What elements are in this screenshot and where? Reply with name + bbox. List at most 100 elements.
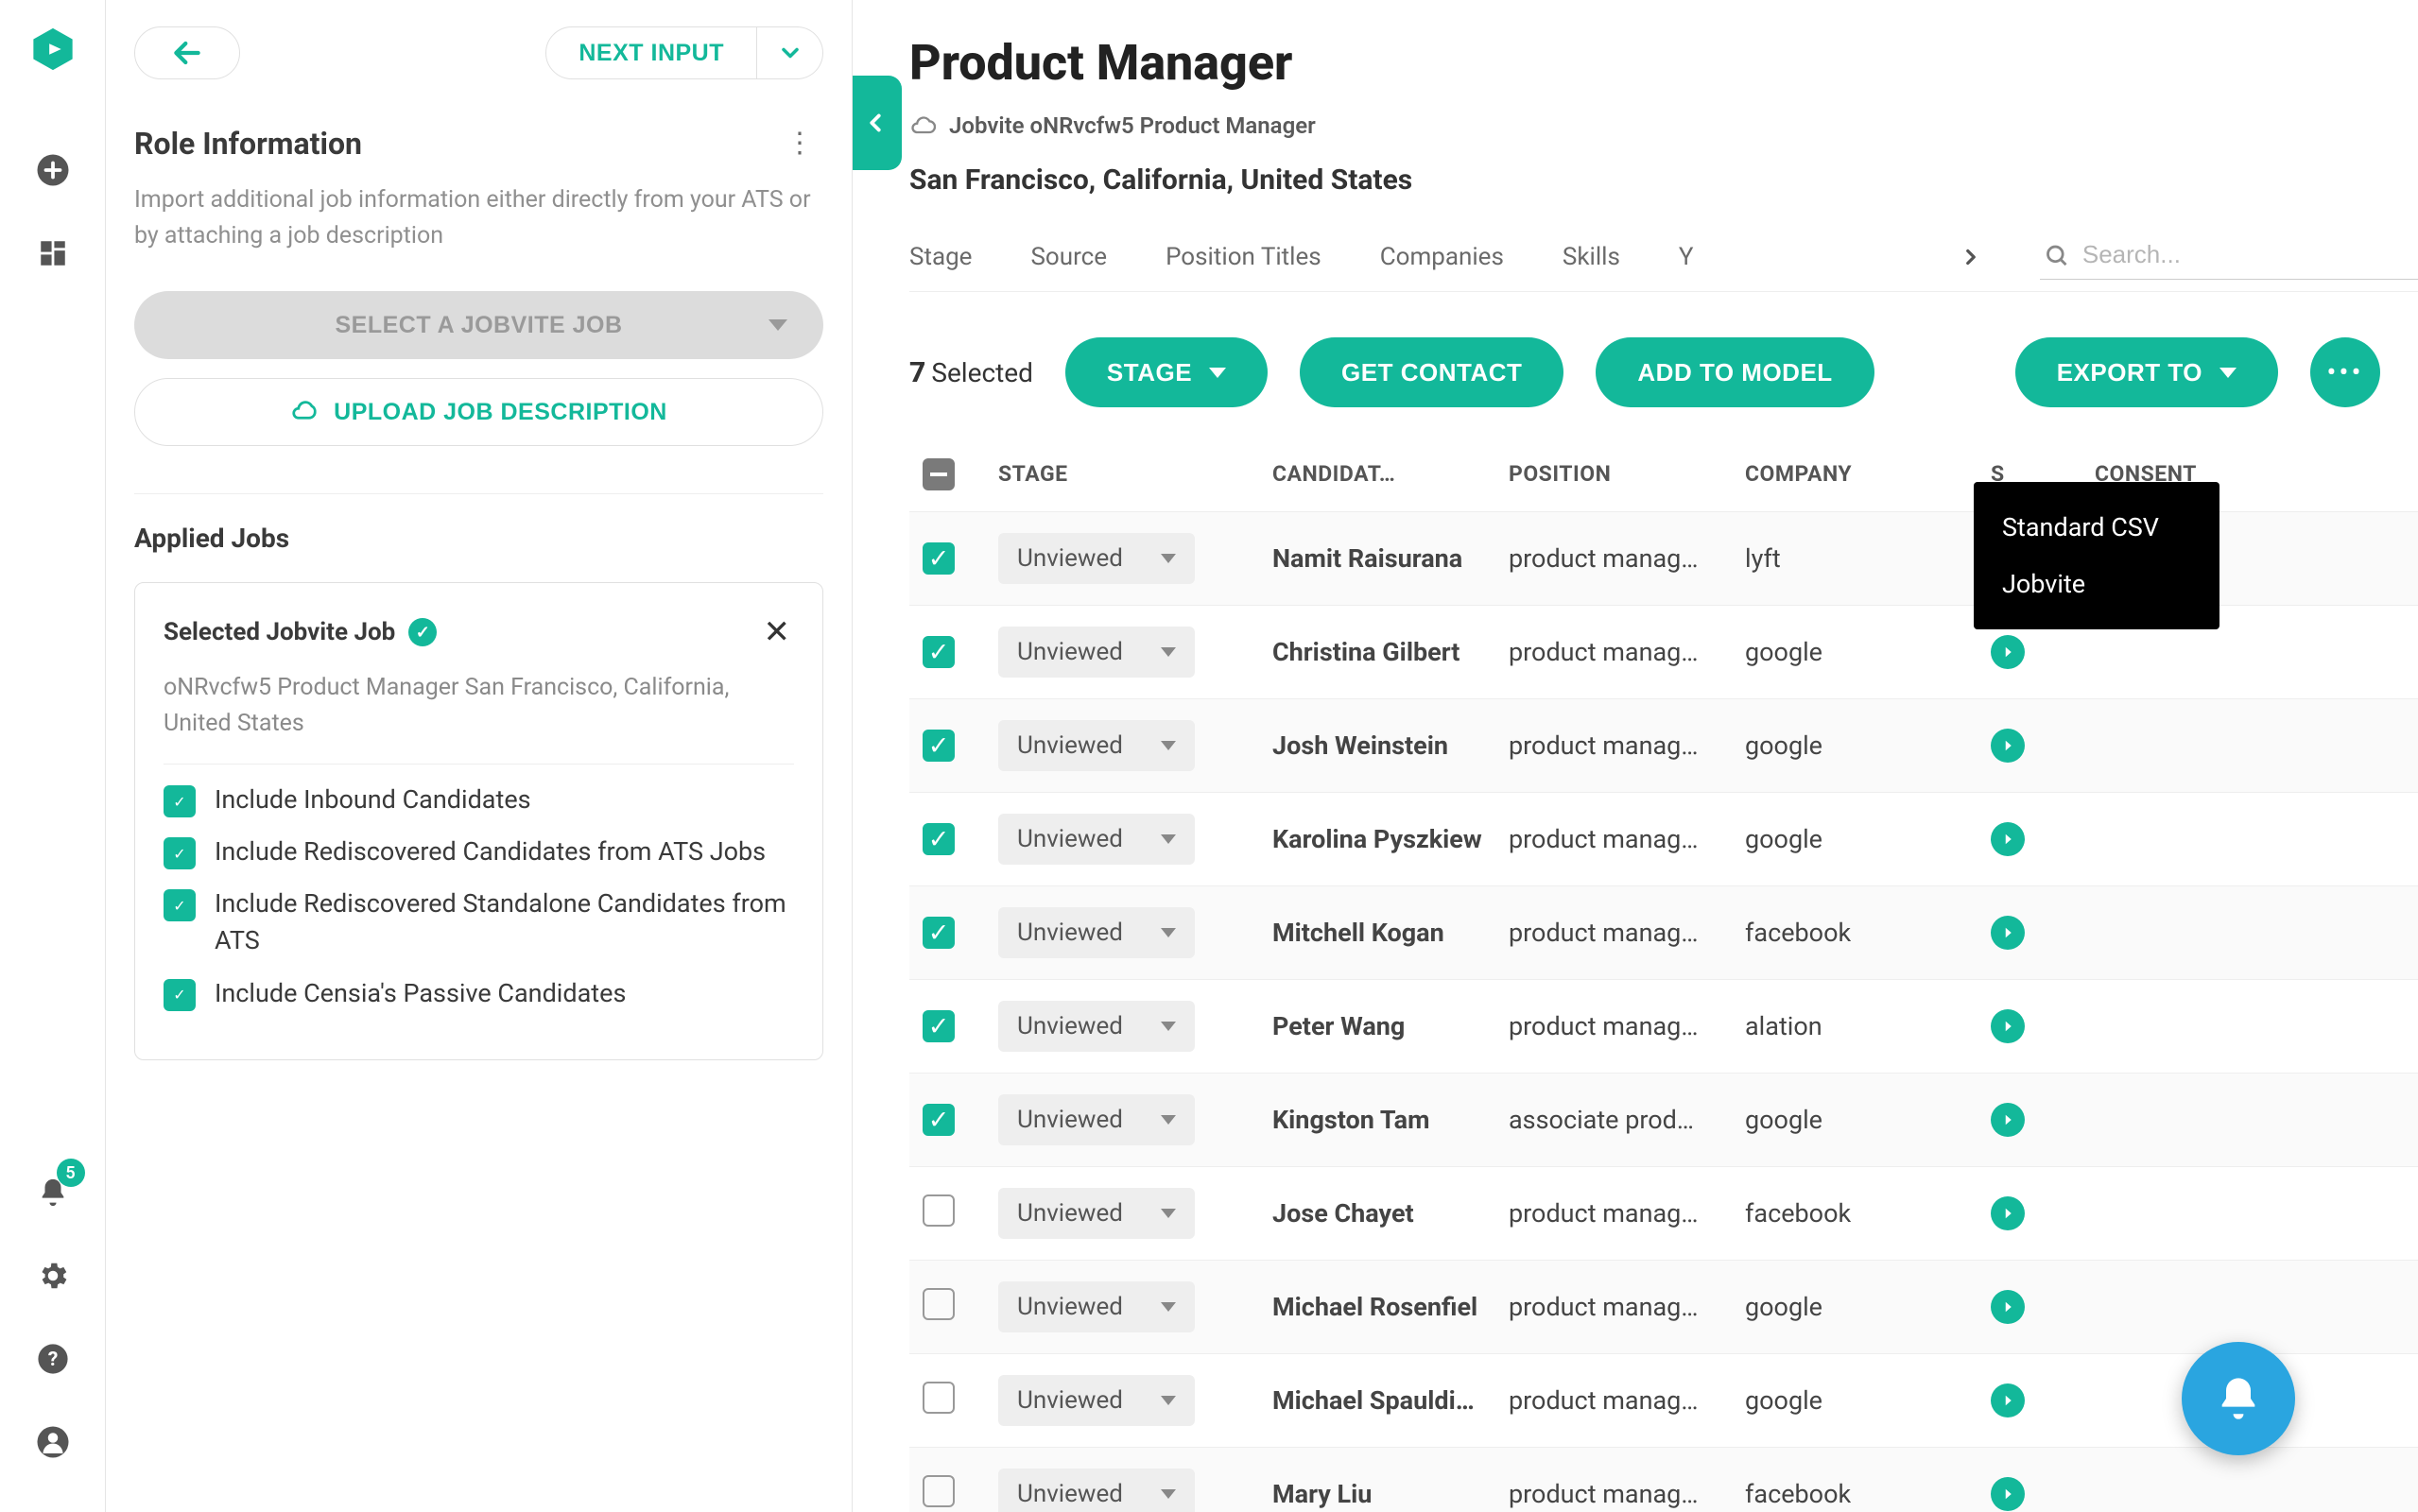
upload-job-description-button[interactable]: UPLOAD JOB DESCRIPTION: [134, 378, 823, 446]
candidate-company: google: [1732, 793, 1978, 886]
candidate-name[interactable]: Kingston Tam: [1259, 1074, 1495, 1167]
notifications-icon[interactable]: 5: [30, 1170, 76, 1215]
stage-dropdown[interactable]: Unviewed: [998, 1375, 1195, 1426]
left-rail: 5 ?: [0, 0, 106, 1512]
status-icon[interactable]: [1991, 1196, 2025, 1230]
section-more-icon[interactable]: ⋮: [776, 117, 823, 169]
row-checkbox[interactable]: ✓: [923, 636, 955, 668]
check-badge-icon: ✓: [408, 618, 437, 646]
candidate-name[interactable]: Christina Gilbert: [1259, 606, 1495, 699]
status-icon[interactable]: [1991, 822, 2025, 856]
candidate-company: google: [1732, 1354, 1978, 1448]
candidate-position: product manag…: [1495, 699, 1732, 793]
candidate-name[interactable]: Josh Weinstein: [1259, 699, 1495, 793]
stage-dropdown[interactable]: Unviewed: [998, 1001, 1195, 1052]
jobvite-line: Jobvite oNRvcfw5 Product Manager: [949, 112, 1316, 139]
settings-icon[interactable]: [30, 1253, 76, 1298]
back-button[interactable]: [134, 26, 240, 79]
stage-dropdown[interactable]: Unviewed: [998, 1469, 1195, 1512]
filter-tab[interactable]: Position Titles: [1166, 243, 1321, 271]
candidate-name[interactable]: Mary Liu: [1259, 1448, 1495, 1512]
row-checkbox[interactable]: ✓: [923, 730, 955, 762]
notification-fab[interactable]: [2182, 1342, 2295, 1455]
stage-dropdown[interactable]: Unviewed: [998, 1094, 1195, 1145]
main-content: Product Manager Jobvite oNRvcfw5 Product…: [853, 0, 2418, 1512]
stage-dropdown[interactable]: Unviewed: [998, 907, 1195, 958]
stage-dropdown[interactable]: Unviewed: [998, 627, 1195, 678]
row-checkbox[interactable]: ✓: [923, 917, 955, 949]
get-contact-button[interactable]: GET CONTACT: [1300, 337, 1563, 407]
filter-tab[interactable]: Companies: [1380, 243, 1504, 271]
search-input[interactable]: [2082, 240, 2414, 269]
stage-dropdown[interactable]: Unviewed: [998, 720, 1195, 771]
checkbox-icon[interactable]: ✓: [164, 979, 196, 1011]
help-icon[interactable]: ?: [30, 1336, 76, 1382]
table-row: ✓ Unviewed Josh Weinstein product manag……: [909, 699, 2418, 793]
account-icon[interactable]: [30, 1419, 76, 1465]
status-icon[interactable]: [1991, 729, 2025, 763]
stage-dropdown[interactable]: Unviewed: [998, 533, 1195, 584]
logo-icon[interactable]: [30, 26, 76, 72]
row-checkbox[interactable]: ✓: [923, 542, 955, 575]
export-menu-item[interactable]: Jobvite: [1974, 556, 2219, 612]
export-to-button[interactable]: EXPORT TO: [2015, 337, 2278, 407]
section-title: Role Information: [134, 126, 362, 162]
select-all-checkbox[interactable]: [923, 458, 955, 490]
candidate-name[interactable]: Michael Rosenfiel: [1259, 1261, 1495, 1354]
candidate-name[interactable]: Michael Spaulding: [1259, 1354, 1495, 1448]
export-menu-item[interactable]: Standard CSV: [1974, 499, 2219, 556]
checkbox-icon[interactable]: ✓: [164, 889, 196, 921]
add-to-model-button[interactable]: ADD TO MODEL: [1596, 337, 1874, 407]
status-icon[interactable]: [1991, 1009, 2025, 1043]
table-row: ✓ Unviewed Kingston Tam associate prod… …: [909, 1074, 2418, 1167]
filter-tab[interactable]: Stage: [909, 243, 972, 271]
candidate-company: google: [1732, 606, 1978, 699]
candidate-name[interactable]: Jose Chayet: [1259, 1167, 1495, 1261]
filter-scroll-right-icon[interactable]: [1940, 245, 2002, 269]
candidate-position: product manag…: [1495, 606, 1732, 699]
candidate-position: associate prod…: [1495, 1074, 1732, 1167]
row-checkbox[interactable]: [923, 1194, 955, 1227]
add-icon[interactable]: [30, 147, 76, 193]
candidate-name[interactable]: Namit Raisurana: [1259, 512, 1495, 606]
stage-button[interactable]: STAGE: [1065, 337, 1268, 407]
page-title: Product Manager: [909, 34, 2418, 92]
checkbox-icon[interactable]: ✓: [164, 785, 196, 817]
row-checkbox[interactable]: [923, 1475, 955, 1507]
row-checkbox[interactable]: ✓: [923, 823, 955, 855]
row-checkbox[interactable]: ✓: [923, 1010, 955, 1042]
row-checkbox[interactable]: [923, 1288, 955, 1320]
candidate-position: product manag…: [1495, 980, 1732, 1074]
row-checkbox[interactable]: ✓: [923, 1104, 955, 1136]
candidate-name[interactable]: Mitchell Kogan: [1259, 886, 1495, 980]
collapse-sidebar-button[interactable]: [853, 76, 902, 170]
status-icon[interactable]: [1991, 1290, 2025, 1324]
select-jobvite-job-button[interactable]: SELECT A JOBVITE JOB: [134, 291, 823, 359]
stage-dropdown[interactable]: Unviewed: [998, 814, 1195, 865]
candidate-position: product manag…: [1495, 886, 1732, 980]
checkbox-icon[interactable]: ✓: [164, 837, 196, 869]
filter-tab[interactable]: Y: [1679, 243, 1694, 271]
candidate-company: facebook: [1732, 1167, 1978, 1261]
filter-tab[interactable]: Source: [1030, 243, 1107, 271]
more-actions-button[interactable]: •••: [2310, 337, 2380, 407]
candidate-company: google: [1732, 699, 1978, 793]
status-icon[interactable]: [1991, 635, 2025, 669]
next-dropdown-button[interactable]: [757, 26, 823, 79]
next-input-button[interactable]: NEXT INPUT: [545, 26, 757, 79]
notification-count-badge: 5: [57, 1159, 85, 1187]
dashboard-icon[interactable]: [30, 231, 76, 276]
candidate-company: facebook: [1732, 886, 1978, 980]
status-icon[interactable]: [1991, 916, 2025, 950]
stage-dropdown[interactable]: Unviewed: [998, 1188, 1195, 1239]
filter-tab[interactable]: Skills: [1563, 243, 1620, 271]
candidate-name[interactable]: Karolina Pyszkiew: [1259, 793, 1495, 886]
candidate-name[interactable]: Peter Wang: [1259, 980, 1495, 1074]
option-label: Include Rediscovered Candidates from ATS…: [215, 833, 766, 870]
close-icon[interactable]: ✕: [760, 610, 795, 655]
row-checkbox[interactable]: [923, 1382, 955, 1414]
status-icon[interactable]: [1991, 1383, 2025, 1418]
status-icon[interactable]: [1991, 1103, 2025, 1137]
status-icon[interactable]: [1991, 1477, 2025, 1511]
stage-dropdown[interactable]: Unviewed: [998, 1281, 1195, 1332]
